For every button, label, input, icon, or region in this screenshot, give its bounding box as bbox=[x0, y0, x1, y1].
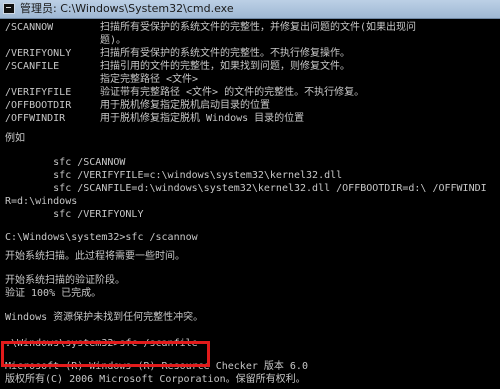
cmd-window: 管理员: C:\Windows\System32\cmd.exe /SCANNO… bbox=[0, 0, 500, 389]
title-bar[interactable]: 管理员: C:\Windows\System32\cmd.exe bbox=[0, 0, 500, 19]
highlight-box bbox=[1, 341, 210, 367]
option-description: 指定完整路径 <文件> bbox=[100, 74, 199, 85]
option-row: /VERIFYONLY 扫描所有受保护的系统文件的完整性。不执行修复操作。 bbox=[5, 47, 350, 60]
example-line: R=d:\windows bbox=[5, 196, 78, 207]
option-description: 扫描所有受保护的系统文件的完整性，并修复出问题的文件(如果出现问 bbox=[100, 22, 417, 33]
option-row: /OFFWINDIR 用于脱机修复指定脱机 Windows 目录的位置 bbox=[5, 112, 304, 125]
console-output[interactable]: /SCANNOW 扫描所有受保护的系统文件的完整性，并修复出问题的文件(如果出现… bbox=[0, 19, 500, 389]
output-line: Windows 资源保护未找到任何完整性冲突。 bbox=[5, 312, 204, 323]
option-switch: /VERIFYONLY bbox=[5, 48, 72, 59]
option-row: /SCANNOW 扫描所有受保护的系统文件的完整性，并修复出问题的文件(如果出现… bbox=[5, 21, 416, 34]
example-line: sfc /VERIFYFILE=c:\windows\system32\kern… bbox=[5, 170, 343, 181]
option-switch: /VERIFYFILE bbox=[5, 87, 72, 98]
option-row: /SCANFILE 扫描引用的文件的完整性，如果找到问题，则修复文件。 bbox=[5, 60, 350, 73]
example-line: sfc /VERIFYONLY bbox=[5, 209, 144, 220]
option-switch: /SCANFILE bbox=[5, 61, 60, 72]
option-switch: /OFFBOOTDIR bbox=[5, 100, 72, 111]
option-row: /OFFBOOTDIR 用于脱机修复指定脱机启动目录的位置 bbox=[5, 99, 270, 112]
option-row: 题)。 bbox=[5, 34, 126, 47]
option-description: 题)。 bbox=[100, 35, 127, 46]
option-switch: /OFFWINDIR bbox=[5, 113, 66, 124]
window-title: 管理员: C:\Windows\System32\cmd.exe bbox=[20, 2, 234, 15]
output-line: 开始系统扫描的验证阶段。 bbox=[5, 275, 125, 286]
option-description: 用于脱机修复指定脱机启动目录的位置 bbox=[100, 100, 270, 111]
output-line: 验证 100% 已完成。 bbox=[5, 288, 102, 299]
option-row: 指定完整路径 <文件> bbox=[5, 73, 198, 86]
example-heading: 例如 bbox=[5, 133, 25, 144]
cmd-icon bbox=[3, 3, 15, 14]
option-description: 用于脱机修复指定脱机 Windows 目录的位置 bbox=[100, 113, 305, 124]
command-prompt-line: C:\Windows\system32>sfc /scannow bbox=[5, 232, 198, 243]
output-line: 版权所有(C) 2006 Microsoft Corporation。保留所有权… bbox=[5, 374, 306, 385]
output-line: 开始系统扫描。此过程将需要一些时间。 bbox=[5, 251, 185, 262]
option-description: 验证带有完整路径 <文件> 的文件的完整性。不执行修复。 bbox=[100, 87, 365, 98]
example-line: sfc /SCANNOW bbox=[5, 157, 126, 168]
option-description: 扫描引用的文件的完整性，如果找到问题，则修复文件。 bbox=[100, 61, 350, 72]
example-line: sfc /SCANFILE=d:\windows\system32\kernel… bbox=[5, 183, 487, 194]
option-description: 扫描所有受保护的系统文件的完整性。不执行修复操作。 bbox=[100, 48, 350, 59]
option-switch: /SCANNOW bbox=[5, 22, 54, 33]
option-row: /VERIFYFILE 验证带有完整路径 <文件> 的文件的完整性。不执行修复。 bbox=[5, 86, 364, 99]
